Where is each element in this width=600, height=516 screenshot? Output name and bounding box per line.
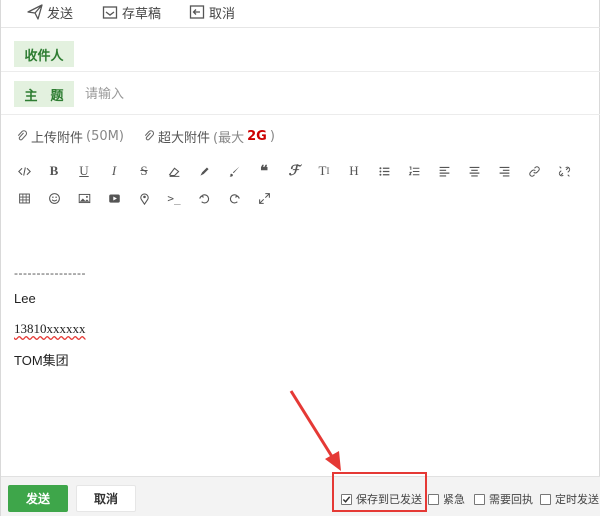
- paperclip-icon: [17, 130, 28, 141]
- draft-label: 存草稿: [122, 6, 162, 22]
- strikethrough-icon[interactable]: S: [129, 159, 159, 183]
- paperclip-icon: [144, 130, 155, 141]
- bulleted-list-icon[interactable]: [369, 159, 399, 183]
- paper-plane-icon: [27, 4, 43, 20]
- subject-row: 主 题: [1, 73, 600, 115]
- location-icon[interactable]: [129, 186, 159, 210]
- exit-icon: [189, 5, 205, 19]
- large-suffix: ): [269, 128, 275, 144]
- large-size: 2G: [247, 128, 267, 144]
- send-label-top: 发送: [47, 6, 74, 22]
- send-button[interactable]: 发送: [8, 485, 68, 512]
- large-prefix: (最大: [213, 130, 245, 146]
- eraser-icon[interactable]: [159, 159, 189, 183]
- italic-icon[interactable]: I: [99, 159, 129, 183]
- align-left-icon[interactable]: [429, 159, 459, 183]
- image-icon[interactable]: [69, 186, 99, 210]
- checkbox[interactable]: [474, 493, 485, 505]
- upload-limit: (50M): [86, 128, 124, 144]
- align-right-icon[interactable]: [489, 159, 519, 183]
- top-toolbar: 发送 存草稿 取消: [1, 0, 600, 28]
- signature-phone: 13810xxxxxx: [14, 321, 86, 336]
- link-icon[interactable]: [519, 159, 549, 183]
- numbered-list-icon[interactable]: [399, 159, 429, 183]
- signature-divider: ----------------: [14, 266, 86, 280]
- recipient-row[interactable]: 收件人: [1, 32, 600, 72]
- editor-toolbar-row2: >_: [9, 186, 589, 210]
- highlighter-icon[interactable]: [189, 159, 219, 183]
- save-draft-button[interactable]: 存草稿: [102, 3, 162, 22]
- scheduled-send-option[interactable]: 定时发送: [540, 492, 599, 506]
- fullscreen-icon[interactable]: [249, 186, 279, 210]
- emoji-icon[interactable]: [39, 186, 69, 210]
- cancel-button[interactable]: 取消: [76, 485, 136, 512]
- urgent-label: 紧急: [443, 493, 465, 506]
- heading-icon[interactable]: H: [339, 159, 369, 183]
- scheduled-send-label: 定时发送: [555, 493, 599, 506]
- large-label: 超大附件: [158, 130, 211, 146]
- send-button-top[interactable]: 发送: [27, 3, 74, 22]
- compose-window: 发送 存草稿 取消 收件人 主 题 上传附件 (50M) 超大附件 (最大 2G…: [0, 0, 600, 516]
- align-center-icon[interactable]: [459, 159, 489, 183]
- subject-input[interactable]: [85, 73, 565, 114]
- large-attachment-link[interactable]: 超大附件 (最大 2G ): [143, 127, 275, 146]
- terminal-icon[interactable]: >_: [159, 186, 189, 210]
- recipient-label: 收件人: [14, 41, 74, 67]
- table-icon[interactable]: [9, 186, 39, 210]
- undo-icon[interactable]: [189, 186, 219, 210]
- code-view-icon[interactable]: [9, 159, 39, 183]
- unlink-icon[interactable]: [549, 159, 579, 183]
- signature-company: TOM集团: [14, 353, 69, 368]
- brush-icon[interactable]: [219, 159, 249, 183]
- font-icon[interactable]: ℱ: [279, 159, 309, 183]
- read-receipt-option[interactable]: 需要回执: [474, 492, 533, 506]
- bold-icon[interactable]: B: [39, 159, 69, 183]
- checkbox[interactable]: [540, 493, 551, 505]
- read-receipt-label: 需要回执: [489, 493, 533, 506]
- highlight-box: [332, 472, 427, 512]
- cancel-button-top[interactable]: 取消: [189, 3, 236, 22]
- signature-name: Lee: [14, 291, 36, 306]
- redo-icon[interactable]: [219, 186, 249, 210]
- upload-label: 上传附件: [31, 130, 84, 146]
- quote-icon[interactable]: ❝: [249, 159, 279, 183]
- cancel-label-top: 取消: [209, 6, 236, 22]
- checkbox[interactable]: [428, 493, 439, 505]
- font-size-icon[interactable]: TI: [309, 159, 339, 183]
- underline-icon[interactable]: U: [69, 159, 99, 183]
- annotation-arrow: [289, 390, 341, 471]
- urgent-option[interactable]: 紧急: [428, 492, 465, 506]
- subject-label: 主 题: [14, 81, 74, 107]
- video-icon[interactable]: [99, 186, 129, 210]
- draft-box-icon: [102, 6, 118, 19]
- editor-toolbar-row1: B U I S ❝ ℱ TI H: [9, 159, 589, 183]
- upload-attachment-link[interactable]: 上传附件 (50M): [16, 127, 124, 146]
